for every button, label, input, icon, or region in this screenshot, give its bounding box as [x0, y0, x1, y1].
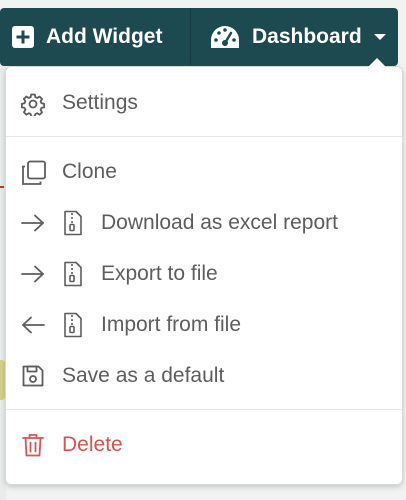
menu-item-delete[interactable]: Delete: [6, 423, 402, 467]
menu-item-label: Save as a default: [62, 364, 225, 387]
menu-item-download-excel[interactable]: Download as excel report: [6, 201, 402, 245]
file-zip-icon: [63, 261, 83, 287]
menu-item-clone[interactable]: Clone: [6, 150, 402, 194]
menu-item-export[interactable]: Export to file: [6, 252, 402, 296]
file-zip-icon: [63, 210, 83, 236]
menu-divider: [6, 409, 402, 410]
dashboard-label: Dashboard: [252, 25, 362, 48]
dashboard-menu-button[interactable]: Dashboard: [210, 8, 386, 66]
menu-divider: [6, 136, 402, 137]
caret-down-icon: [373, 34, 386, 40]
add-widget-button[interactable]: Add Widget: [12, 8, 162, 66]
menu-item-label: Settings: [62, 91, 138, 114]
menu-item-save-default[interactable]: Save as a default: [6, 354, 402, 398]
dashboard-toolbar: Add Widget Dashboard: [0, 8, 398, 66]
dashboard-dropdown-menu: Settings Clone Download as excel report …: [5, 58, 403, 485]
gear-icon: [21, 92, 45, 116]
file-zip-icon: [63, 312, 83, 338]
plus-square-icon: [12, 26, 34, 48]
menu-item-label: Delete: [62, 433, 123, 456]
menu-pointer: [368, 58, 386, 67]
menu-item-label: Export to file: [101, 262, 218, 285]
toolbar-divider: [190, 8, 191, 66]
arrow-left-icon: [21, 316, 45, 334]
floppy-disk-icon: [22, 365, 44, 387]
trash-icon: [22, 433, 44, 457]
menu-item-label: Import from file: [101, 313, 242, 336]
arrow-right-icon: [21, 214, 45, 232]
tachometer-icon: [210, 25, 240, 49]
background-mark: [0, 186, 4, 188]
add-widget-label: Add Widget: [46, 25, 163, 48]
menu-item-label: Download as excel report: [101, 211, 338, 234]
menu-item-import[interactable]: Import from file: [6, 303, 402, 347]
copy-icon: [21, 160, 47, 186]
menu-item-label: Clone: [62, 160, 117, 183]
menu-item-settings[interactable]: Settings: [6, 81, 402, 125]
arrow-right-icon: [21, 265, 45, 283]
